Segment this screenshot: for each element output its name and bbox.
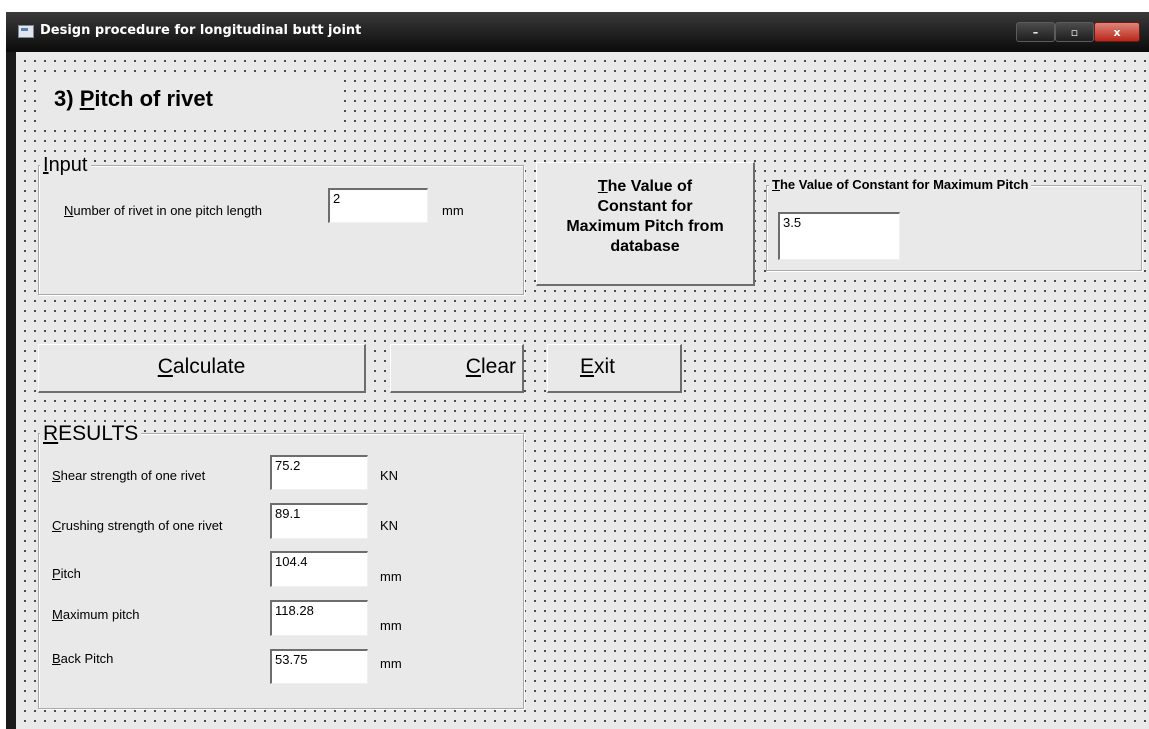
crushing-strength-field[interactable]: 89.1 [270, 503, 368, 539]
shear-strength-field[interactable]: 75.2 [270, 455, 368, 490]
maximize-button[interactable]: ▫ [1055, 22, 1094, 42]
crushing-strength-unit: KN [380, 518, 399, 533]
pitch-field[interactable]: 104.4 [270, 551, 368, 587]
back-pitch-field[interactable]: 53.75 [270, 649, 368, 684]
crushing-strength-label: Crushing strength of one rivet [52, 518, 223, 533]
constant-from-database-button[interactable]: The Value of Constant for Maximum Pitch … [536, 162, 755, 286]
back-pitch-unit: mm [380, 656, 402, 671]
rivets-per-pitch-label: Number of rivet in one pitch length [64, 203, 262, 218]
clear-button[interactable]: Clear [390, 344, 524, 393]
back-pitch-label: Back Pitch [52, 651, 114, 666]
maximum-pitch-label: Maximum pitch [52, 607, 140, 622]
pitch-label: Pitch [52, 566, 81, 581]
rivets-per-pitch-unit: mm [442, 203, 464, 218]
maximum-pitch-field[interactable]: 118.28 [270, 600, 368, 636]
constant-value-field[interactable]: 3.5 [778, 212, 900, 260]
pitch-unit: mm [380, 569, 402, 584]
rivets-per-pitch-input[interactable]: 2 [328, 188, 428, 223]
close-button[interactable]: x [1094, 22, 1140, 42]
top-border [0, 0, 1149, 12]
maximum-pitch-unit: mm [380, 618, 402, 633]
app-icon[interactable] [18, 25, 34, 38]
shear-strength-label: Shear strength of one rivet [52, 468, 206, 483]
title-bar[interactable]: Design procedure for longitudinal butt j… [6, 12, 1149, 52]
input-frame-caption: Input [40, 154, 91, 177]
calculate-button[interactable]: Calculate [38, 344, 366, 393]
shear-strength-unit: KN [380, 468, 399, 483]
constant-frame-caption: The Value of Constant for Maximum Pitch [769, 177, 1032, 192]
results-frame-caption: RESULTS [40, 422, 142, 446]
minimize-button[interactable]: – [1016, 22, 1055, 42]
page-title: 3) Pitch of rivet [38, 74, 342, 125]
input-frame [38, 165, 524, 295]
exit-button[interactable]: Exit [547, 344, 682, 393]
window-title: Design procedure for longitudinal butt j… [40, 23, 362, 38]
